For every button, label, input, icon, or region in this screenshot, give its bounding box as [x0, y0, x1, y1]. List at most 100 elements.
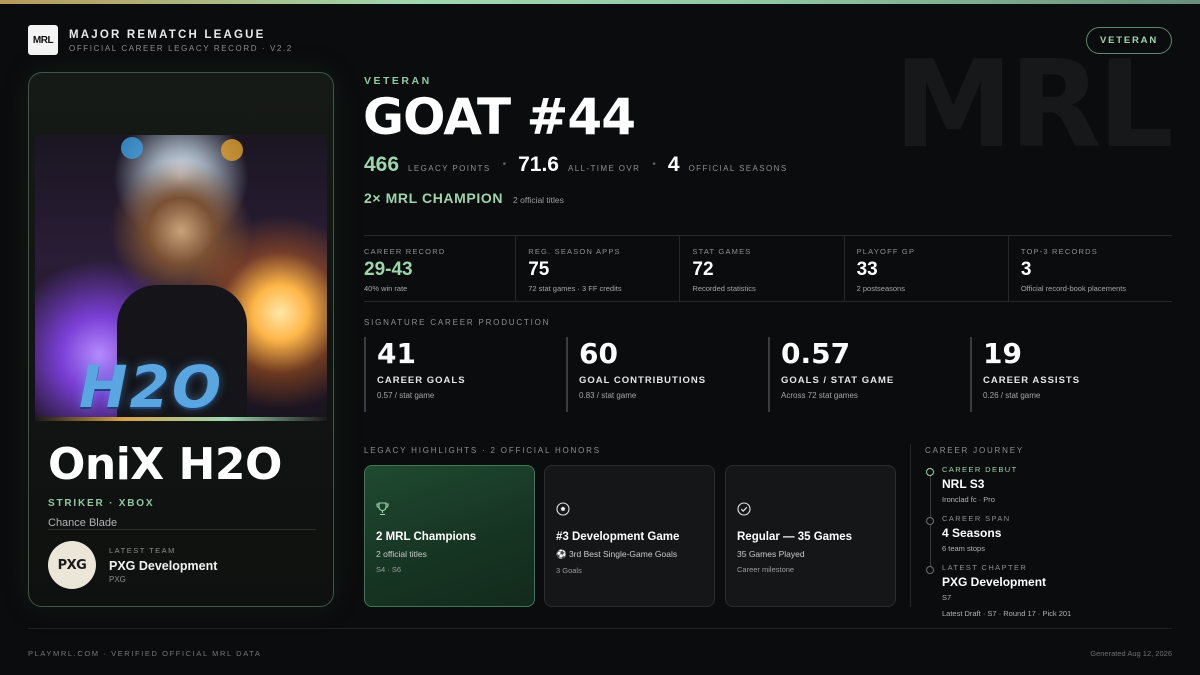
water-orb-icon	[121, 137, 143, 159]
production-career-assists: 19 CAREER ASSISTS 0.26 / stat game	[970, 337, 1172, 412]
production-label: GOALS / STAT GAME	[781, 375, 895, 386]
official-seasons-label: OFFICIAL SEASONS	[688, 164, 788, 173]
stat-value: 33	[856, 259, 878, 280]
stat-sub: 2 postseasons	[856, 284, 905, 293]
stat-label: PLAYOFF GP	[856, 247, 916, 256]
highlight-sub: 35 Games Played	[737, 549, 805, 559]
highlight-meta: S4 · S6	[376, 565, 402, 574]
fire-orb-icon	[221, 139, 243, 161]
player-card: H2O OniX H2O STRIKER · XBOX Chance Blade…	[28, 72, 334, 607]
highlight-sub: ⚽ 3rd Best Single-Game Goals	[556, 549, 678, 559]
separator-dot: •	[502, 159, 507, 170]
production-goal-contributions: 60 GOAL CONTRIBUTIONS 0.83 / stat game	[566, 337, 768, 412]
hero-stat-row: 466 LEGACY POINTS • 71.6 ALL-TIME OVR • …	[364, 153, 788, 177]
separator-dot: •	[652, 159, 656, 170]
journey-sub: Ironclad fc · Pro	[942, 495, 995, 504]
highlights-section-label: LEGACY HIGHLIGHTS · 2 OFFICIAL HONORS	[364, 446, 601, 455]
legacy-points-label: LEGACY POINTS	[408, 164, 491, 173]
stat-label: TOP-3 RECORDS	[1020, 247, 1098, 256]
highlight-card-champions[interactable]: 2 MRL Champions 2 official titles S4 · S…	[364, 465, 535, 607]
timeline-dot-active	[926, 468, 934, 476]
highlight-meta: Career milestone	[737, 565, 795, 574]
official-seasons-value: 4	[667, 153, 680, 176]
journey-divider	[910, 444, 911, 607]
top-accent-bar	[0, 0, 1200, 4]
timeline-dot	[926, 517, 934, 525]
stat-label: REG. SEASON APPS	[528, 247, 621, 256]
latest-team-name[interactable]: PXG Development	[109, 559, 217, 573]
highlight-title: #3 Development Game	[556, 531, 680, 543]
production-sub: 0.26 / stat game	[983, 391, 1041, 400]
latest-team-label: LATEST TEAM	[109, 546, 176, 555]
production-row: 41 CAREER GOALS 0.57 / stat game 60 GOAL…	[364, 337, 1172, 412]
production-label: GOAL CONTRIBUTIONS	[579, 375, 707, 386]
portrait-accent-strip	[35, 417, 327, 421]
latest-draft-info: Latest Draft · S7 · Round 17 · Pick 201	[942, 609, 1072, 618]
highlight-card-development-game[interactable]: #3 Development Game ⚽ 3rd Best Single-Ga…	[544, 465, 715, 607]
player-alias: Chance Blade	[48, 517, 118, 529]
production-value: 19	[983, 337, 1022, 370]
soccer-ball-icon	[556, 502, 714, 518]
footer-source[interactable]: PLAYMRL.COM · VERIFIED OFFICIAL MRL DATA	[28, 649, 261, 658]
highlight-card-regular[interactable]: Regular — 35 Games 35 Games Played Caree…	[725, 465, 896, 607]
journey-title: 4 Seasons	[942, 526, 1002, 540]
highlight-title: Regular — 35 Games	[737, 531, 853, 543]
card-divider	[48, 529, 316, 530]
stat-top3-records: TOP-3 RECORDS 3 Official record-book pla…	[1009, 236, 1172, 301]
legacy-points-value: 466	[364, 153, 400, 176]
journey-latest-chapter: LATEST CHAPTER PXG Development S7	[942, 563, 1046, 602]
highlight-title: 2 MRL Champions	[376, 531, 477, 543]
stat-sub: Recorded statistics	[692, 284, 756, 293]
stat-sub: Official record-book placements	[1020, 284, 1127, 293]
production-value: 41	[377, 337, 416, 370]
stat-reg-season-apps: REG. SEASON APPS 75 72 stat games · 3 FF…	[516, 236, 681, 301]
production-sub: 0.57 / stat game	[377, 391, 435, 400]
production-sub: Across 72 stat games	[781, 391, 858, 400]
timeline-dot	[926, 566, 934, 574]
league-logo: MRL	[28, 25, 58, 55]
stat-playoff-gp: PLAYOFF GP 33 2 postseasons	[845, 236, 1009, 301]
journey-debut: CAREER DEBUT NRL S3 Ironclad fc · Pro	[942, 465, 1018, 504]
all-time-ovr-value: 71.6	[518, 153, 559, 176]
stat-stat-games: STAT GAMES 72 Recorded statistics	[680, 236, 845, 301]
production-label: CAREER ASSISTS	[983, 375, 1081, 386]
production-value: 60	[579, 337, 618, 370]
highlight-sub: 2 official titles	[376, 549, 427, 559]
journey-label: CAREER SPAN	[942, 514, 1011, 523]
record-subtitle: OFFICIAL CAREER LEGACY RECORD · V2.2	[69, 44, 293, 53]
highlight-meta: 3 Goals	[556, 566, 582, 575]
player-role: STRIKER · XBOX	[48, 498, 155, 509]
mrl-watermark: MRL	[893, 36, 1174, 175]
production-career-goals: 41 CAREER GOALS 0.57 / stat game	[364, 337, 566, 412]
footer-generated-date: Generated Aug 12, 2026	[1090, 649, 1172, 658]
career-stats-strip: CAREER RECORD 29-43 40% win rate REG. SE…	[364, 235, 1172, 302]
journey-title: NRL S3	[942, 477, 985, 491]
journey-title: PXG Development	[942, 575, 1047, 589]
team-logo[interactable]: PXG	[48, 541, 96, 589]
production-section-label: SIGNATURE CAREER PRODUCTION	[364, 318, 551, 327]
trophy-icon	[376, 502, 534, 518]
league-name: MAJOR REMATCH LEAGUE	[69, 29, 266, 41]
championship-sub: 2 official titles	[513, 195, 564, 205]
stat-value: 3	[1020, 259, 1032, 280]
stat-label: CAREER RECORD	[364, 247, 446, 256]
player-name: OniX H2O	[48, 439, 282, 490]
journey-section-label: CAREER JOURNEY	[925, 446, 1024, 455]
production-sub: 0.83 / stat game	[579, 391, 637, 400]
stat-career-record: CAREER RECORD 29-43 40% win rate	[364, 236, 517, 301]
journey-label: LATEST CHAPTER	[942, 563, 1028, 572]
journey-sub: 6 team stops	[942, 544, 985, 553]
latest-team-abbr: PXG	[109, 575, 126, 584]
journey-span: CAREER SPAN 4 Seasons 6 team stops	[942, 514, 1011, 553]
stat-value: 75	[528, 259, 550, 280]
stat-value: 29-43	[364, 259, 413, 280]
tier-badge[interactable]: VETERAN	[1086, 27, 1172, 54]
player-portrait: H2O	[35, 135, 327, 417]
hero-tier: VETERAN	[364, 75, 432, 87]
portrait-logo-text: H2O	[79, 353, 224, 417]
stat-label: STAT GAMES	[692, 247, 752, 256]
all-time-ovr-label: ALL-TIME OVR	[567, 164, 641, 173]
journey-sub: S7	[942, 593, 952, 602]
check-circle-icon	[737, 502, 895, 518]
production-goals-per-game: 0.57 GOALS / STAT GAME Across 72 stat ga…	[768, 337, 970, 412]
